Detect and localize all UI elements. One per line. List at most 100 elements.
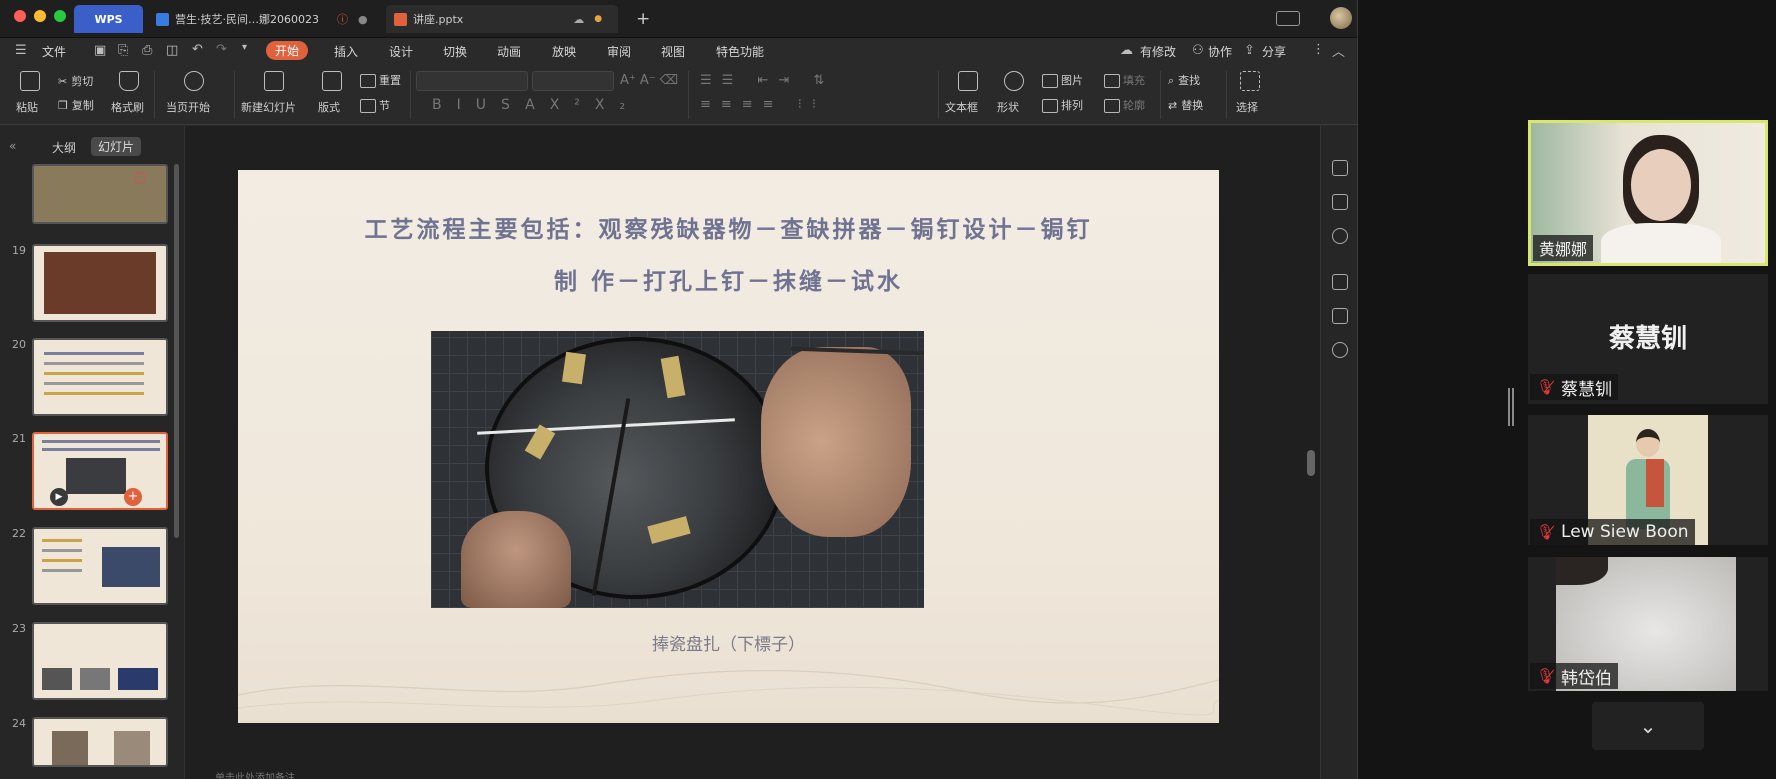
notes-placeholder[interactable]: 单击此处添加备注 (215, 769, 295, 779)
close-window-button[interactable] (14, 10, 26, 22)
text-style-icons[interactable]: BIUSAX²X₂ (432, 97, 640, 113)
slide-thumbnail[interactable] (32, 527, 168, 605)
participant-tile[interactable]: 🎙︎̸ Lew Siew Boon (1528, 415, 1768, 545)
select-icon[interactable] (1240, 71, 1260, 91)
slide-thumbnail-selected[interactable]: ▶ + (32, 432, 168, 510)
replace-button[interactable]: ⇄ 替换 (1168, 97, 1203, 113)
participant-tile[interactable]: 🎙︎̸ 韩岱伯 (1528, 557, 1768, 691)
align-icons[interactable]: ≡≡≡≡ ⁝⁝ (700, 97, 826, 112)
format-painter-icon[interactable] (119, 71, 139, 91)
play-icon[interactable]: ▶ (50, 488, 68, 506)
divider (1226, 71, 1227, 119)
select-button[interactable]: 选择 (1236, 99, 1258, 115)
arrange-button[interactable]: 排列 (1042, 97, 1083, 113)
more-icon[interactable]: ⋮ (1312, 42, 1325, 57)
list-format-icons[interactable]: ☰☰ ⇤⇥ ⇅ (700, 73, 834, 88)
tab-document[interactable]: 营生·技艺·民间…娜2060023 ⓘ ● (148, 5, 378, 33)
share-icon: ⇪ (1244, 43, 1255, 58)
tab-outline[interactable]: 大纲 (52, 139, 76, 156)
collaborate-button[interactable]: 协作 (1208, 43, 1232, 60)
slide-photo (431, 331, 924, 608)
save-icon[interactable]: ▣ (94, 43, 106, 58)
layout-button[interactable]: 版式 (318, 99, 340, 115)
font-size-select[interactable] (532, 71, 614, 91)
redo-icon[interactable]: ↷ (216, 42, 227, 57)
hamburger-menu-icon[interactable]: ☰ (15, 43, 27, 58)
thumb-title-lines (42, 440, 160, 443)
divider (234, 71, 235, 119)
design-icon[interactable] (1332, 274, 1348, 290)
slide-thumbnail[interactable] (32, 244, 168, 322)
minimize-window-button[interactable] (34, 10, 46, 22)
add-slide-icon[interactable]: + (124, 488, 142, 506)
font-name-select[interactable] (416, 71, 528, 91)
chart-icon[interactable] (1332, 308, 1348, 324)
slide-thumbnail[interactable] (32, 622, 168, 700)
preview-icon[interactable]: ◫ (166, 43, 178, 58)
textbox-button[interactable]: 文本框 (945, 99, 978, 115)
menu-insert[interactable]: 插入 (334, 43, 358, 60)
fill-button[interactable]: 填充 (1104, 72, 1145, 88)
section-button[interactable]: 节 (360, 97, 390, 113)
slide-thumbnail[interactable] (32, 717, 168, 767)
shape-icon[interactable] (1004, 71, 1024, 91)
tab-slides[interactable]: 幻灯片 (91, 137, 142, 156)
menu-animation[interactable]: 动画 (497, 43, 521, 60)
modified-status[interactable]: 有修改 (1140, 43, 1176, 60)
menu-file[interactable]: 文件 (42, 43, 66, 60)
new-tab-button[interactable]: + (628, 5, 658, 33)
layout-icon[interactable] (322, 71, 342, 91)
paste-icon[interactable] (20, 71, 40, 91)
export-icon[interactable]: ⎘ (118, 43, 128, 58)
cut-button[interactable]: ✂ 剪切 (58, 73, 93, 89)
scroll-down-button[interactable]: ⌄ (1592, 702, 1704, 750)
menu-slideshow[interactable]: 放映 (552, 43, 576, 60)
plugin-icon[interactable] (1332, 342, 1348, 358)
maximize-window-button[interactable] (54, 10, 66, 22)
menu-design[interactable]: 设计 (389, 43, 413, 60)
menu-transition[interactable]: 切换 (443, 43, 467, 60)
new-slide-icon[interactable] (264, 71, 284, 91)
share-button[interactable]: 分享 (1262, 43, 1286, 60)
animation-icon[interactable] (1332, 194, 1348, 210)
print-icon[interactable]: ⎙ (142, 43, 152, 58)
paste-button[interactable]: 粘贴 (16, 99, 38, 115)
current-slide[interactable]: 工艺流程主要包括：观察残缺器物－查缺拼器－锔钉设计－锔钉 制 作－打孔上钉－抹缝… (238, 170, 1219, 723)
panel-scrollbar[interactable] (174, 164, 179, 538)
history-icon[interactable] (1332, 228, 1348, 244)
collapse-panel-icon[interactable]: « (9, 139, 16, 153)
resize-handle[interactable] (1508, 388, 1510, 426)
reset-button[interactable]: 重置 (360, 72, 401, 88)
outline-button[interactable]: 轮廓 (1104, 97, 1145, 113)
thumb-image (44, 252, 156, 314)
format-painter-button[interactable]: 格式刷 (111, 99, 144, 115)
font-format-icons[interactable]: A⁺ A⁻ ⌫ (620, 73, 678, 88)
menu-special-features[interactable]: 特色功能 (716, 43, 764, 60)
copy-button[interactable]: ❐ 复制 (58, 97, 94, 113)
undo-icon[interactable]: ↶ (192, 42, 203, 57)
participant-tile[interactable]: 蔡慧钏 🎙︎̸ 蔡慧钏 (1528, 274, 1768, 404)
textbox-icon[interactable] (958, 71, 978, 91)
canvas-scrollbar[interactable] (1307, 450, 1315, 476)
slide-thumbnail[interactable] (32, 338, 168, 416)
new-slide-button[interactable]: 新建幻灯片 (241, 99, 296, 115)
play-from-current-icon[interactable] (184, 71, 204, 91)
picture-icon (1042, 74, 1058, 88)
window-layout-icon[interactable] (1276, 11, 1300, 26)
find-button[interactable]: ⌕ 查找 (1168, 72, 1200, 88)
shape-button[interactable]: 形状 (997, 99, 1019, 115)
menu-view[interactable]: 视图 (661, 43, 685, 60)
slide-thumbnail[interactable] (32, 164, 168, 224)
tab-presentation[interactable]: 讲座.pptx ☁ ● (386, 5, 618, 33)
settings-icon[interactable] (1332, 160, 1348, 176)
avatar[interactable] (1330, 7, 1352, 29)
participant-tile-active[interactable]: 黄娜娜 (1528, 120, 1768, 266)
tab-wps-home[interactable]: WPS (74, 5, 143, 33)
quick-access-chevron-icon[interactable]: ▾ (242, 42, 247, 53)
menu-home[interactable]: 开始 (266, 41, 309, 60)
collapse-ribbon-icon[interactable]: ︿ (1332, 41, 1345, 60)
participant-name: 韩岱伯 (1561, 668, 1613, 689)
picture-button[interactable]: 图片 (1042, 72, 1083, 88)
menu-review[interactable]: 审阅 (607, 43, 631, 60)
play-from-current-button[interactable]: 当页开始 (166, 99, 210, 115)
